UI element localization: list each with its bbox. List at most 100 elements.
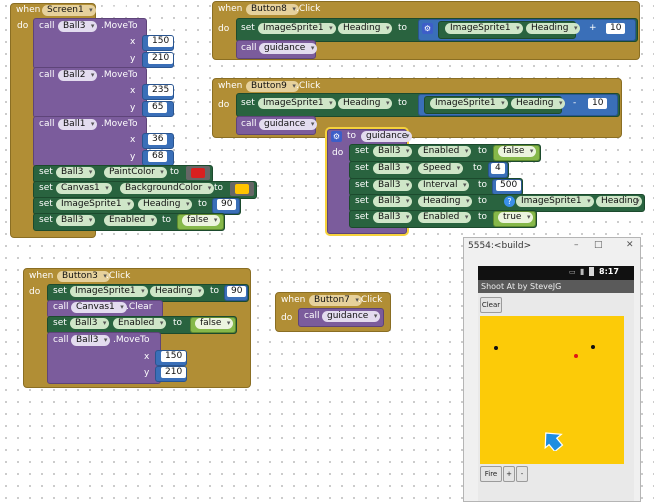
true-value[interactable]: true [498,212,534,223]
ball3-selector[interactable]: Ball3 [373,212,413,223]
imagesprite1-selector[interactable]: ImageSprite1 [430,98,508,109]
heading-value[interactable]: 90 [227,286,247,297]
guidance-selector[interactable]: guidance [259,119,318,130]
minus-button[interactable]: - [516,466,528,482]
y-value[interactable]: 210 [148,53,174,64]
clear-button[interactable]: Clear [480,297,502,313]
call-label: call [39,119,55,129]
imagesprite1-selector[interactable]: ImageSprite1 [516,196,594,207]
event-name: .Click [296,4,321,14]
y-value[interactable]: 65 [148,102,168,113]
set-label: set [355,212,369,222]
to-label: to [478,212,488,222]
phone-screen[interactable]: ▭ ▮ 8:17 Shoot At by SteveJG Clear Fire … [478,266,634,501]
enabled-property[interactable]: Enabled [113,318,167,329]
gear-icon[interactable]: ⚙ [422,23,433,34]
ball3-selector[interactable]: Ball3 [71,335,111,346]
increment-value[interactable]: 10 [606,23,626,34]
decrement-value[interactable]: 10 [588,98,608,109]
ball1-selector[interactable]: Ball1 [58,119,98,130]
x-value[interactable]: 150 [161,351,187,362]
yellow-color-swatch[interactable] [235,184,249,194]
ball3-selector[interactable]: Ball3 [70,318,110,329]
heading-property[interactable]: Heading [150,286,205,297]
when-label: when [218,4,243,14]
do-label: do [218,100,230,110]
guidance-selector[interactable]: guidance [259,43,318,54]
ball3-selector[interactable]: Ball3 [373,196,413,207]
ball3-selector[interactable]: Ball3 [373,146,413,157]
false-value[interactable]: false [498,146,537,157]
imagesprite1-selector[interactable]: ImageSprite1 [258,23,336,34]
y-value[interactable]: 210 [161,367,187,378]
false-value[interactable]: false [195,318,234,329]
interval-property[interactable]: Interval [418,180,470,191]
x-value[interactable]: 235 [148,85,174,96]
imagesprite1-selector[interactable]: ImageSprite1 [70,286,148,297]
ball3-selector[interactable]: Ball3 [56,167,96,178]
set-label: set [39,183,53,193]
x-value[interactable]: 36 [148,134,168,145]
maximize-icon[interactable]: □ [594,240,603,250]
procedure-name-field[interactable]: guidance [361,131,413,142]
emulator-window[interactable]: 5554:<build> – □ ✕ ▭ ▮ 8:17 Shoot At by … [463,237,641,502]
speed-value[interactable]: 4 [491,163,505,174]
call-label: call [39,21,55,31]
y-label: y [130,54,136,64]
game-canvas[interactable] [480,316,624,464]
enabled-property[interactable]: Enabled [418,146,472,157]
heading-property[interactable]: Heading [338,98,393,109]
heading-property[interactable]: Heading [526,23,581,34]
red-color-swatch[interactable] [191,168,205,178]
plus-button[interactable]: + [503,466,515,482]
enabled-property[interactable]: Enabled [104,215,158,226]
heading-value[interactable]: 90 [217,199,237,210]
heading-property[interactable]: Heading [511,98,566,109]
button8-selector[interactable]: Button8 [246,4,299,15]
event-name: .Click [358,295,383,305]
ball3-selector[interactable]: Ball3 [58,21,98,32]
ball3-selector[interactable]: Ball3 [373,180,413,191]
x-label: x [130,135,136,145]
screen1-selector[interactable]: Screen1 [42,5,96,16]
heading-property[interactable]: Heading [418,196,473,207]
heading-property[interactable]: Heading [138,199,193,210]
to-label: to [478,180,488,190]
fire-button[interactable]: Fire [480,466,502,482]
close-icon[interactable]: ✕ [626,240,634,250]
button9-selector[interactable]: Button9 [246,81,299,92]
ball2 [591,345,595,349]
false-value[interactable]: false [182,215,221,226]
backgroundcolor-property[interactable]: BackgroundColor [120,183,215,194]
canvas1-selector[interactable]: Canvas1 [56,183,112,194]
ball3-selector[interactable]: Ball3 [373,163,413,174]
enabled-property[interactable]: Enabled [418,212,472,223]
set-label: set [53,286,67,296]
ball3-selector[interactable]: Ball3 [56,215,96,226]
button3-selector[interactable]: Button3 [57,271,110,282]
imagesprite1-selector[interactable]: ImageSprite1 [445,23,523,34]
interval-value[interactable]: 500 [496,180,522,191]
set-label: set [39,167,53,177]
ball2-selector[interactable]: Ball2 [58,70,98,81]
to-label: to [473,163,483,173]
guidance-selector[interactable]: guidance [322,311,381,322]
heading-property[interactable]: Heading [596,196,643,207]
minimize-icon[interactable]: – [574,240,579,250]
gear-icon[interactable]: ⚙ [331,131,342,142]
help-icon[interactable]: ? [504,196,515,207]
heading-property[interactable]: Heading [338,23,393,34]
set-label: set [39,215,53,225]
paintcolor-property[interactable]: PaintColor [104,167,167,178]
imagesprite1-selector[interactable]: ImageSprite1 [258,98,336,109]
y-value[interactable]: 68 [148,151,168,162]
ball3 [574,354,578,358]
button7-selector[interactable]: Button7 [309,295,362,306]
x-value[interactable]: 150 [148,36,174,47]
speed-property[interactable]: Speed [418,163,464,174]
call-label: call [53,335,69,345]
moveto-method: .MoveTo [101,70,138,80]
imagesprite1-selector[interactable]: ImageSprite1 [56,199,134,210]
x-label: x [130,86,136,96]
canvas1-selector[interactable]: Canvas1 [71,302,127,313]
